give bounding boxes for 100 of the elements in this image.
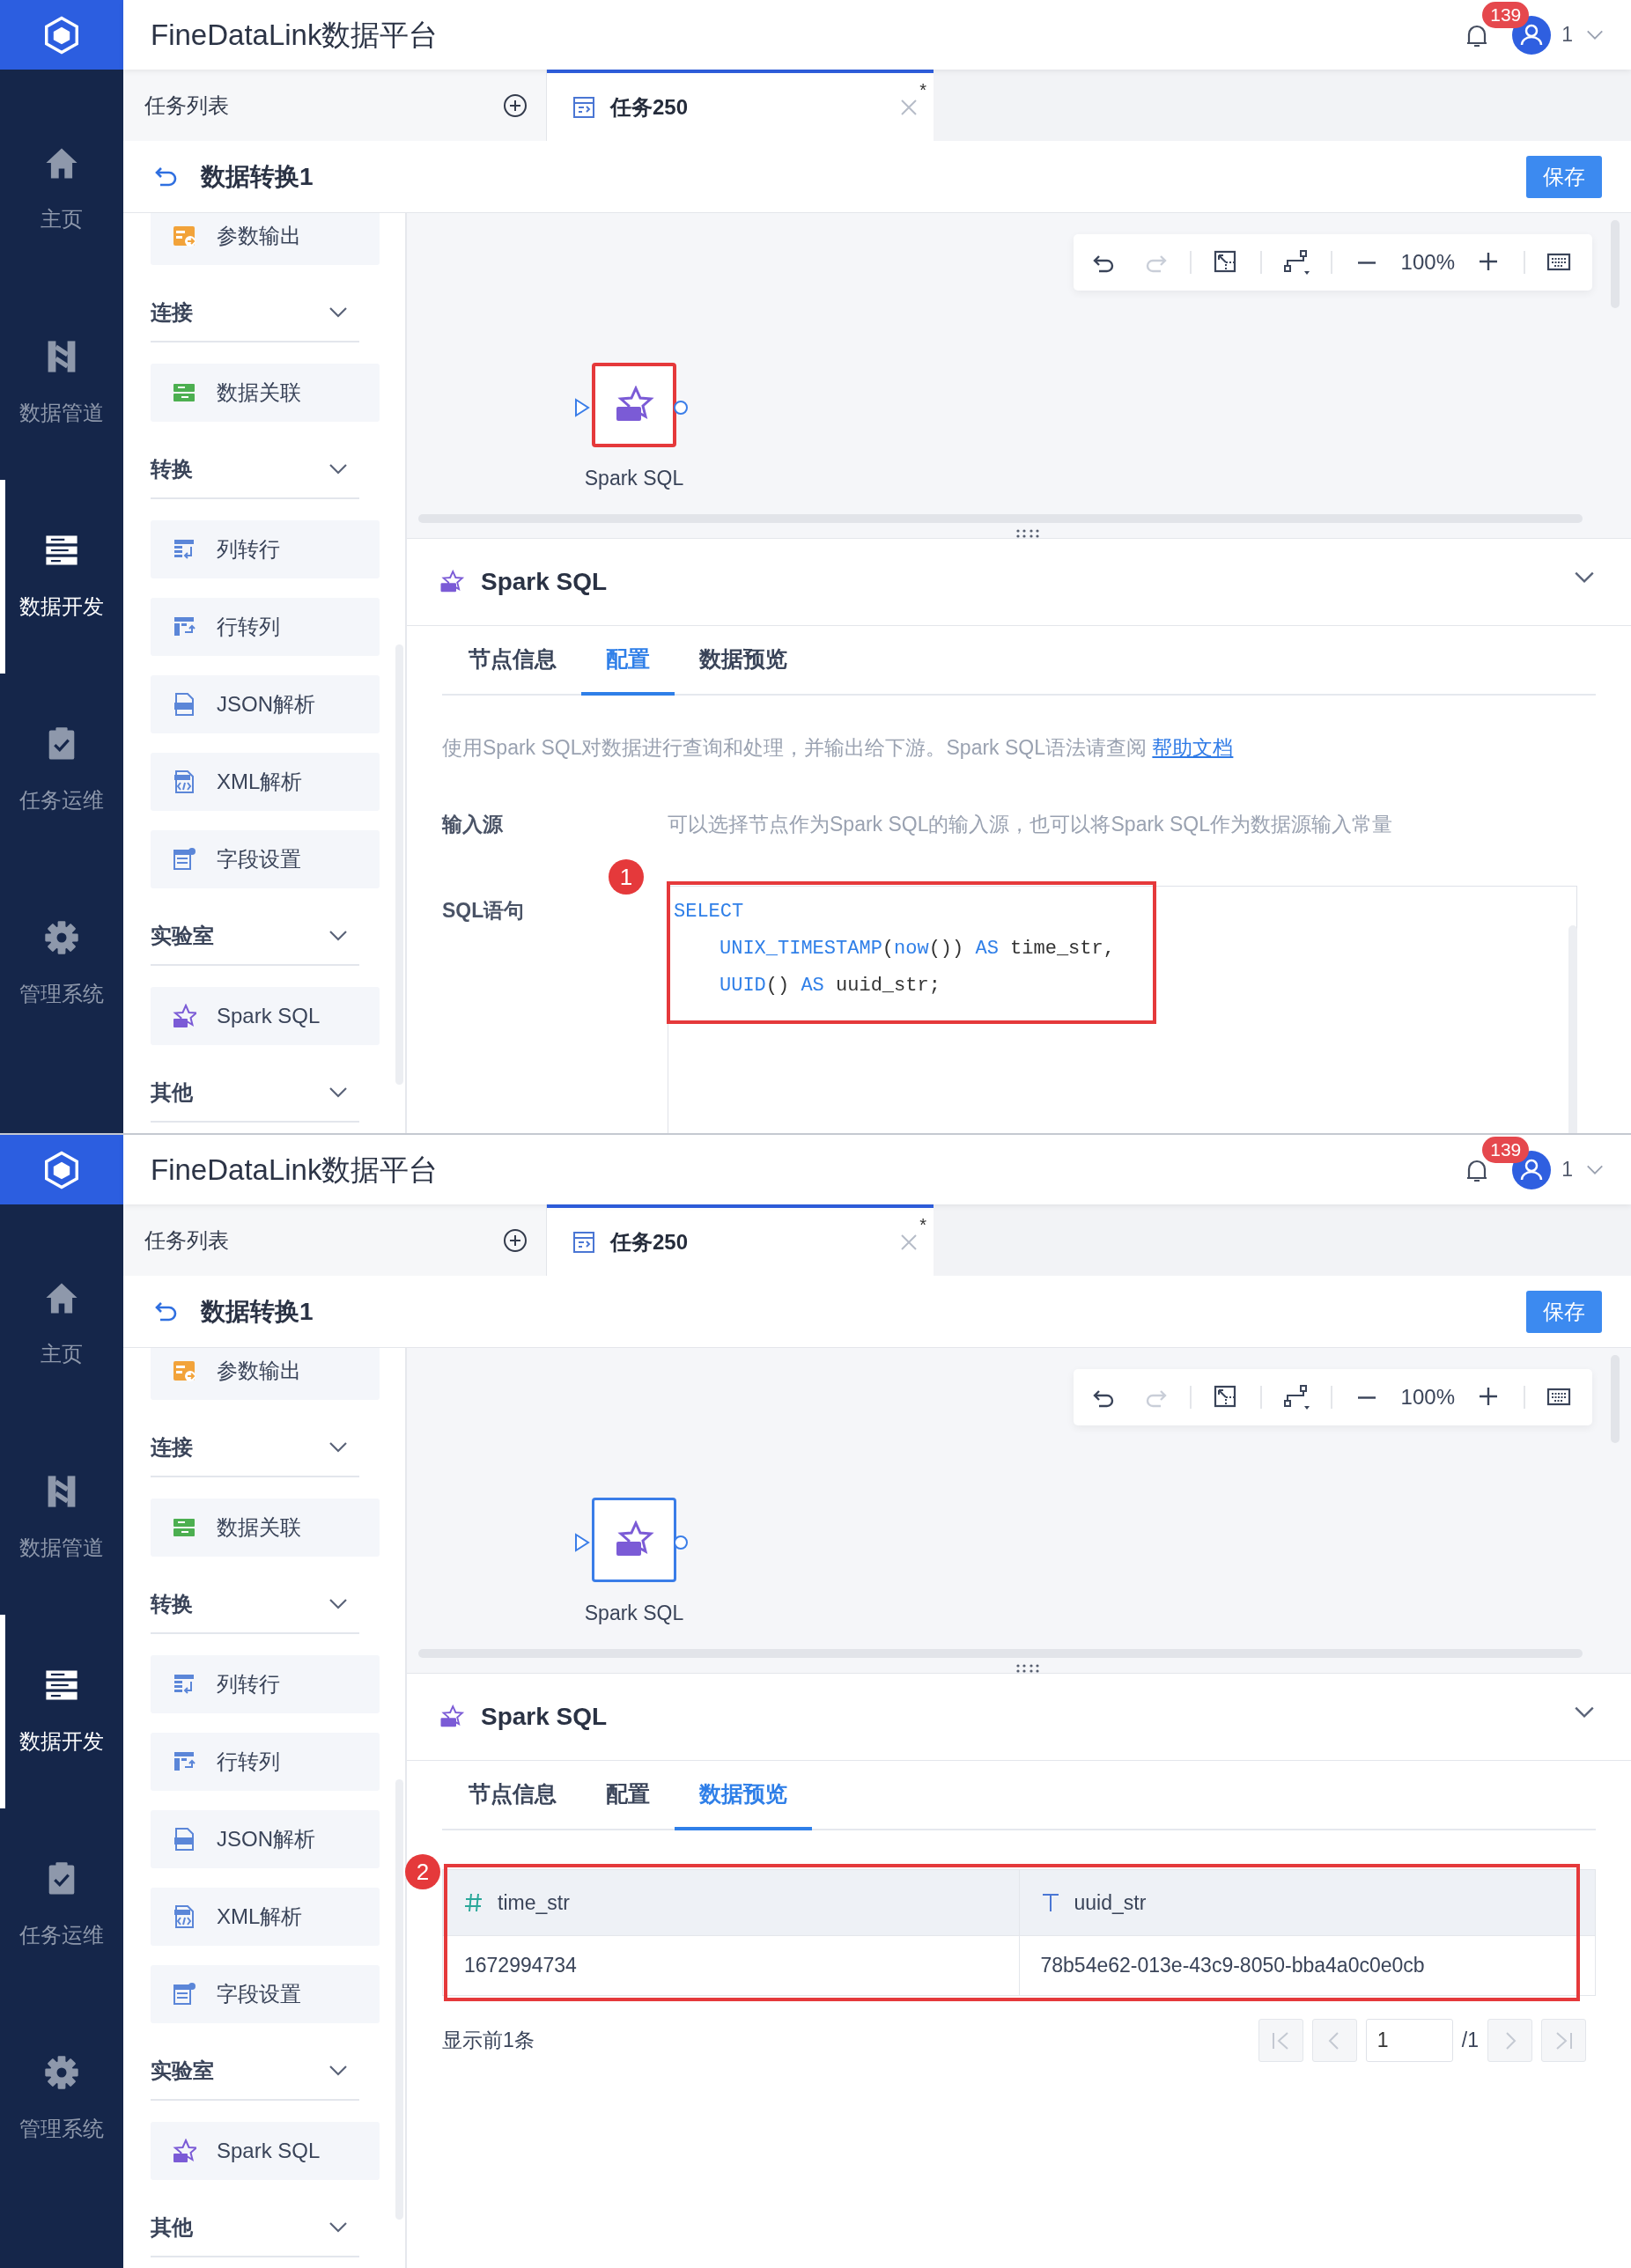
app-title: FineDataLink数据平台 [151,1152,439,1188]
node-label: Spark SQL [583,466,685,491]
input-source-hint: 可以选择节点作为Spark SQL的输入源，也可以将Spark SQL作为数据源输入常量 [668,812,1392,837]
panel-tab[interactable]: 节点信息 [444,1761,581,1830]
component-item[interactable]: 数据关联 [151,364,380,422]
panel-tab[interactable]: 配置 [581,1761,675,1830]
star-icon [439,570,465,594]
group-header[interactable]: 转换 [151,1588,193,1620]
component-item[interactable]: XML解析 [151,753,380,811]
group-header[interactable]: 其他 [151,1077,193,1108]
text-type-icon [1040,1892,1060,1913]
unsaved-mark: * [919,79,926,101]
nav-item[interactable]: 主页 [0,1227,123,1421]
panel-tab[interactable]: 数据预览 [675,1761,812,1830]
minus-icon [1357,1395,1376,1399]
document-icon [572,1229,596,1255]
nav-item[interactable]: 数据管道 [0,286,123,480]
star-icon [172,1004,196,1028]
column-header: time_str [498,1889,570,1916]
group-header[interactable]: 连接 [151,1432,193,1463]
nav-item[interactable]: 数据开发 [0,1615,123,1808]
component-item[interactable]: 字段设置 [151,830,380,888]
page-title: 数据转换1 [201,1296,314,1327]
callout-badge: 1 [609,859,644,895]
page-total: /1 [1461,2028,1479,2054]
component-item[interactable]: JSON解析 [151,1810,380,1868]
nav-item[interactable]: 任务运维 [0,1808,123,2002]
column-header: uuid_str [1074,1889,1147,1916]
notification-badge: 139 [1482,1,1530,28]
page-title: 数据转换1 [201,161,314,192]
table-icon [172,847,196,872]
minus-icon [1357,261,1376,264]
help-link[interactable]: 帮助文档 [1152,736,1234,759]
component-item[interactable]: 参数输出 [151,213,380,265]
connector-icon [1281,1383,1310,1411]
drag-handle-icon [1016,1663,1039,1673]
nav-item[interactable]: 主页 [0,92,123,286]
sql-node[interactable] [592,363,676,447]
group-header[interactable]: 实验室 [151,920,214,952]
user-name[interactable]: 1 [1561,19,1573,50]
panel-tab[interactable]: 节点信息 [444,626,581,696]
nav-item[interactable]: 任务运维 [0,674,123,867]
zoom-level: 100% [1399,249,1456,276]
table-cell: 1672994734 [442,1935,1019,1996]
table-cell: 78b54e62-013e-43c9-8050-bba4a0c0e0cb [1019,1935,1596,1996]
component-item[interactable]: 列转行 [151,520,380,578]
component-item[interactable]: Spark SQL [151,987,380,1045]
nav-item[interactable]: 管理系统 [0,867,123,1061]
table-icon [172,1982,196,2007]
panel-title: Spark SQL [481,567,608,597]
component-item[interactable]: Spark SQL [151,2122,380,2180]
component-item[interactable]: JSON解析 [151,675,380,733]
group-header[interactable]: 其他 [151,2212,193,2243]
component-item[interactable]: 行转列 [151,598,380,656]
panel-tab[interactable]: 数据预览 [675,626,812,696]
group-header[interactable]: 转换 [151,453,193,485]
file-icon [172,1827,196,1852]
component-item[interactable]: 字段设置 [151,1965,380,2023]
drag-handle-icon [1016,528,1039,538]
field-label: 输入源 [442,812,504,837]
gear-icon [42,918,81,957]
code-line: UUID() AS uuid_str; [719,974,941,998]
document-tab[interactable]: 任务250 [610,91,689,123]
panel-tab[interactable]: 配置 [581,626,675,696]
component-item[interactable]: XML解析 [151,1888,380,1946]
app-title: FineDataLink数据平台 [151,17,439,53]
callout-badge: 2 [405,1854,440,1889]
row-count-text: 显示前1条 [442,2028,535,2054]
star-icon [439,1705,465,1729]
add-icon[interactable] [502,1226,528,1254]
add-icon[interactable] [502,92,528,119]
component-item[interactable]: 参数输出 [151,1348,380,1400]
gear-icon [42,2053,81,2092]
user-name[interactable]: 1 [1561,1154,1573,1185]
star-icon [172,2139,196,2163]
document-tab[interactable]: 任务250 [610,1226,689,1258]
component-item[interactable]: 数据关联 [151,1498,380,1557]
component-item[interactable]: 列转行 [151,1655,380,1713]
zoom-level: 100% [1399,1384,1456,1410]
field-label: SQL语句 [442,898,526,924]
code-line: SELECT [674,900,745,924]
connector-icon [1281,248,1310,276]
group-header[interactable]: 连接 [151,297,193,328]
document-icon [572,94,596,120]
file-icon [172,1904,196,1929]
nav-item[interactable]: 管理系统 [0,2002,123,2196]
scrollbar[interactable] [1568,925,1577,1133]
panel-title: Spark SQL [481,1702,608,1732]
unsaved-mark: * [919,1214,926,1236]
notification-badge: 139 [1482,1136,1530,1163]
sql-node[interactable] [592,1498,676,1582]
code-line: UNIX_TIMESTAMP(now()) AS time_str, [719,937,1116,961]
nav-item[interactable]: 数据开发 [0,480,123,674]
page-input[interactable]: 1 [1365,2019,1453,2062]
group-header[interactable]: 实验室 [151,2055,214,2087]
component-item[interactable]: 行转列 [151,1733,380,1791]
input-port [574,398,590,417]
export-icon [172,224,196,248]
nav-item[interactable]: 数据管道 [0,1421,123,1615]
output-port [673,1535,689,1550]
